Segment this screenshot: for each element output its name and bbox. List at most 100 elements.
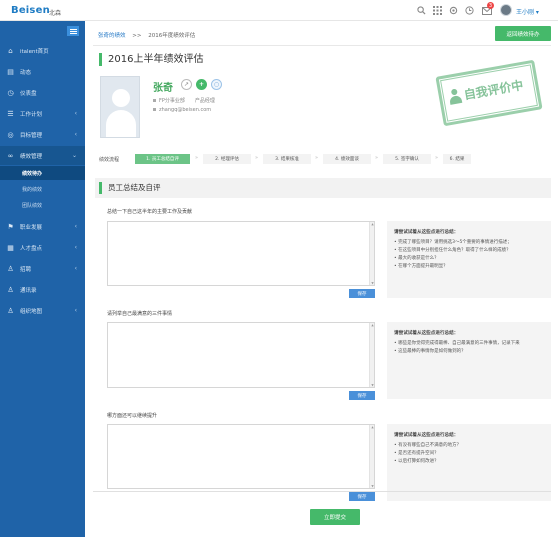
flow-step-6: 6. 结果 bbox=[443, 154, 471, 164]
question-label: 请列举自己最满意的三件事情 bbox=[107, 311, 173, 317]
feed-icon: ▤ bbox=[7, 67, 14, 76]
career-icon: ⚑ bbox=[7, 222, 14, 231]
sidebar-item-label: 人才盘点 bbox=[20, 245, 43, 252]
sidebar-subitem-my[interactable]: 我的绩效 bbox=[0, 182, 85, 196]
sidebar-item-org-map[interactable]: ♙ 组织地图 ‹ bbox=[0, 301, 85, 320]
sidebar-item-career[interactable]: ⚑ 职业发展 ‹ bbox=[0, 217, 85, 236]
sidebar-item-label: 仪表盘 bbox=[20, 90, 37, 97]
share-icon[interactable]: ↗ bbox=[181, 79, 192, 90]
flow-step-2: 2. 经理评估 bbox=[203, 154, 251, 164]
chat-icon[interactable]: ○ bbox=[211, 79, 222, 90]
menu-toggle-icon[interactable] bbox=[67, 26, 79, 36]
sidebar-item-label: italent首页 bbox=[20, 48, 49, 55]
top-bar: Beisen 北森 3 王小刚 ▾ bbox=[0, 0, 558, 21]
page-title: 2016上半年绩效评估 bbox=[99, 53, 203, 66]
user-menu[interactable]: 王小刚 ▾ bbox=[516, 7, 539, 16]
chevron-left-icon: ‹ bbox=[74, 265, 77, 272]
sidebar-item-label: 绩效管理 bbox=[20, 153, 43, 160]
answer-textarea-1[interactable]: ▲ ▼ bbox=[107, 221, 375, 286]
sidebar-item-talent[interactable]: ▦ 人才盘点 ‹ bbox=[0, 238, 85, 257]
tips-box-2: 请尝试试着从这些点进行总结： • 哪些是你觉得完成得最棒、自己最满意的三件事情，… bbox=[387, 322, 551, 399]
chevron-left-icon: ‹ bbox=[74, 223, 77, 230]
scrollbar[interactable]: ▲ ▼ bbox=[369, 323, 374, 387]
add-icon[interactable]: + bbox=[196, 79, 207, 90]
answer-textarea-3[interactable]: ▲ ▼ bbox=[107, 424, 375, 489]
sidebar-item-label: 通讯录 bbox=[20, 287, 37, 294]
tips-title: 请尝试试着从这些点进行总结： bbox=[394, 331, 459, 336]
plan-icon: ☰ bbox=[7, 109, 14, 118]
chevron-down-icon: ⌄ bbox=[71, 152, 77, 159]
answer-textarea-2[interactable]: ▲ ▼ bbox=[107, 322, 375, 388]
sidebar-item-label: 组织地图 bbox=[20, 308, 43, 315]
sidebar-item-label: 招聘 bbox=[20, 266, 32, 273]
sidebar-item-feed[interactable]: ▤ 动态 bbox=[0, 62, 85, 81]
flow-label: 绩效流程 bbox=[99, 157, 120, 163]
apps-grid-icon[interactable] bbox=[432, 5, 443, 16]
save-button-2[interactable]: 保存 bbox=[349, 391, 375, 400]
employee-title: 产品经理 bbox=[194, 98, 215, 104]
chevron-left-icon: ‹ bbox=[74, 131, 77, 138]
sidebar-item-dashboard[interactable]: ◷ 仪表盘 bbox=[0, 83, 85, 102]
logo[interactable]: Beisen bbox=[11, 5, 50, 16]
employee-photo bbox=[100, 76, 140, 138]
flow-arrow: » bbox=[375, 155, 379, 161]
sidebar-item-label: 职业发展 bbox=[20, 224, 43, 231]
divider bbox=[93, 45, 551, 46]
user-avatar[interactable] bbox=[500, 4, 512, 16]
mail-badge: 3 bbox=[487, 2, 494, 9]
sidebar-item-performance[interactable]: ∞ 绩效管理 ⌄ bbox=[0, 146, 85, 165]
return-todo-button[interactable]: 返回绩效待办 bbox=[495, 26, 551, 41]
sidebar-item-label: 工作计划 bbox=[20, 111, 43, 118]
sidebar-item-recruit[interactable]: ♙ 招聘 ‹ bbox=[0, 259, 85, 278]
sidebar-item-home[interactable]: ⌂ italent首页 bbox=[0, 41, 85, 60]
dashboard-icon: ◷ bbox=[7, 88, 14, 97]
department-icon bbox=[153, 99, 156, 102]
person-icon bbox=[448, 88, 463, 105]
flow-step-3: 3. 结果核准 bbox=[263, 154, 311, 164]
sidebar-item-label: 目标管理 bbox=[20, 132, 43, 139]
org-map-icon: ♙ bbox=[7, 306, 14, 315]
tips-box-3: 请尝试试着从这些点进行总结： • 有没有哪些自己不满意的地方？ • 是否还有提升… bbox=[387, 424, 551, 501]
sidebar-subitem-team[interactable]: 团队绩效 bbox=[0, 198, 85, 212]
employee-email[interactable]: zhangq@beisen.com bbox=[159, 107, 211, 113]
clock-icon[interactable] bbox=[464, 5, 475, 16]
home-icon: ⌂ bbox=[8, 46, 13, 55]
search-icon[interactable] bbox=[416, 5, 427, 16]
tip-item: • 这些最棒的事情你是如何做到的？ bbox=[394, 349, 466, 354]
target-icon: ◎ bbox=[7, 130, 14, 139]
sidebar-item-target[interactable]: ◎ 目标管理 ‹ bbox=[0, 125, 85, 144]
tip-item: • 哪些是你觉得完成得最棒、自己最满意的三件事情，记录下来 bbox=[394, 341, 520, 346]
employee-name: 张奇 bbox=[153, 83, 173, 94]
chevron-left-icon: ‹ bbox=[74, 110, 77, 117]
email-icon bbox=[153, 108, 156, 111]
scrollbar[interactable]: ▲ ▼ bbox=[369, 222, 374, 285]
employee-dept: FP分事业部 bbox=[159, 98, 185, 104]
main-content: 张奇的绩效 >> 2016年度绩效评估 返回绩效待办 2016上半年绩效评估 张… bbox=[85, 21, 558, 537]
save-button-1[interactable]: 保存 bbox=[349, 289, 375, 298]
submit-button[interactable]: 立即提交 bbox=[310, 509, 360, 525]
tip-item: • 最大的收获是什么？ bbox=[394, 256, 439, 261]
talent-icon: ▦ bbox=[7, 243, 14, 252]
tenant-name: 北森 bbox=[49, 10, 62, 17]
tips-title: 请尝试试着从这些点进行总结： bbox=[394, 230, 459, 235]
flow-arrow: » bbox=[195, 155, 199, 161]
sidebar-subitem-todo[interactable]: 绩效待办 bbox=[0, 166, 85, 180]
sidebar-item-contacts[interactable]: ♙ 通讯录 bbox=[0, 280, 85, 299]
flow-step-5: 5. 签字确认 bbox=[383, 154, 431, 164]
flow-arrow: » bbox=[315, 155, 319, 161]
contacts-icon: ♙ bbox=[7, 285, 14, 294]
scrollbar[interactable]: ▲ ▼ bbox=[369, 425, 374, 488]
question-label: 总结一下自己这半年的主要工作及贡献 bbox=[107, 209, 193, 215]
save-button-3[interactable]: 保存 bbox=[349, 492, 375, 501]
settings-icon[interactable] bbox=[448, 5, 459, 16]
question-label: 哪方面还可以继续提升 bbox=[107, 413, 158, 419]
flow-arrow: » bbox=[255, 155, 259, 161]
section-title: 员工总结及自评 bbox=[99, 182, 161, 194]
tip-item: • 完成了哪些项目？请用挑选3～5个重要的事情进行描述； bbox=[394, 240, 512, 245]
tips-title: 请尝试试着从这些点进行总结： bbox=[394, 433, 459, 438]
tip-item: • 有没有哪些自己不满意的地方？ bbox=[394, 443, 462, 448]
sidebar-item-plan[interactable]: ☰ 工作计划 ‹ bbox=[0, 104, 85, 123]
tip-item: • 在哪个方面提升最明显？ bbox=[394, 264, 448, 269]
breadcrumb-link[interactable]: 张奇的绩效 bbox=[98, 33, 126, 39]
breadcrumb-separator: >> bbox=[132, 33, 142, 39]
